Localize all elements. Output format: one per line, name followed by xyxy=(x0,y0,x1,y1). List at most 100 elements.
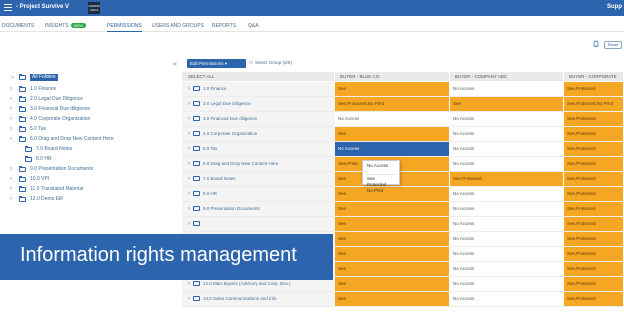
chevron-right-icon[interactable]: › xyxy=(188,206,190,212)
permission-cell[interactable]: No Access xyxy=(450,142,564,156)
select-all-header[interactable]: SELECT ALL xyxy=(182,72,335,81)
chevron-right-icon[interactable]: › xyxy=(188,221,190,227)
chevron-right-icon[interactable]: › xyxy=(188,176,190,182)
chevron-right-icon[interactable]: › xyxy=(10,186,12,193)
reset-button[interactable]: Reset xyxy=(604,41,622,49)
permission-cell[interactable]: See xyxy=(335,292,450,306)
chevron-down-icon[interactable]: ⌄ xyxy=(10,74,15,81)
permission-cell[interactable]: See,Protected xyxy=(564,127,624,141)
permission-cell[interactable]: See,Protected xyxy=(564,232,624,246)
menu-option-protected[interactable]: Protected xyxy=(367,182,386,187)
menu-option-no-print[interactable]: No Print xyxy=(367,188,383,193)
permission-cell[interactable]: No Access xyxy=(335,112,450,126)
permission-cell[interactable]: See,Protected xyxy=(564,277,624,291)
row-folder-name[interactable]: › 7.0 Board Notes xyxy=(182,172,335,186)
permission-cell[interactable]: See xyxy=(335,247,450,261)
permission-cell[interactable]: No Access xyxy=(450,82,564,96)
chevron-right-icon[interactable]: › xyxy=(10,106,12,113)
menu-option-see[interactable]: See xyxy=(367,176,375,181)
table-row[interactable]: › SeeNo AccessSee,Protected xyxy=(182,217,624,232)
permission-cell[interactable]: See,Protected xyxy=(564,217,624,231)
chevron-right-icon[interactable]: › xyxy=(10,196,12,203)
permission-cell[interactable]: See xyxy=(335,187,450,201)
table-row[interactable]: › 4.0 Corporate Organization See No Access S… xyxy=(182,127,624,142)
table-row[interactable]: › 14.0 Sales Communications and Info See No… xyxy=(182,292,624,307)
permission-cell[interactable]: No Access xyxy=(450,217,564,231)
hamburger-icon[interactable] xyxy=(4,4,12,11)
table-row[interactable]: › 8.0 HR See No Access See,Protected xyxy=(182,187,624,202)
chevron-right-icon[interactable]: › xyxy=(188,146,190,152)
permission-cell[interactable]: No Access xyxy=(450,157,564,171)
permission-cell[interactable]: No Access xyxy=(450,127,564,141)
menu-option-no-access[interactable]: No Access xyxy=(367,163,388,168)
permission-cell[interactable]: See xyxy=(335,82,450,96)
permission-cell[interactable]: No Access xyxy=(335,142,450,156)
permission-cell[interactable]: See,Protected,No Print xyxy=(335,97,450,111)
permission-cell[interactable]: See,Protected xyxy=(564,292,624,306)
permission-cell[interactable]: See xyxy=(335,262,450,276)
permission-cell[interactable]: See,Protected xyxy=(564,187,624,201)
permission-cell[interactable]: See xyxy=(335,217,450,231)
permission-cell[interactable]: See,Protected xyxy=(564,157,624,171)
permission-cell[interactable]: See,Protected xyxy=(450,172,564,186)
chevron-right-icon[interactable]: › xyxy=(10,116,12,123)
chevron-right-icon[interactable]: › xyxy=(188,281,190,287)
tab-documents[interactable]: DOCUMENTS xyxy=(2,23,34,29)
permission-cell[interactable]: See,Protected,No Print xyxy=(564,97,624,111)
column-header[interactable]: BUYER - BLUE CO. xyxy=(335,72,450,81)
permission-cell[interactable]: No Access xyxy=(450,247,564,261)
chevron-right-icon[interactable]: › xyxy=(188,116,190,122)
table-row[interactable]: › 6.0 Drag and Drop New Content Here See,P… xyxy=(182,157,624,172)
tab-users-and-groups[interactable]: USERS AND GROUPS xyxy=(152,23,204,29)
row-folder-name[interactable]: › 4.0 Corporate Organization xyxy=(182,127,335,141)
permission-cell[interactable]: See,Protected xyxy=(564,247,624,261)
tab-qa[interactable]: Q&A xyxy=(248,23,259,29)
row-folder-name[interactable]: › 3.0 Financial Due diligence xyxy=(182,112,335,126)
row-folder-name[interactable]: › 5.0 Tax xyxy=(182,142,335,156)
row-folder-name[interactable]: › 6.0 Drag and Drop New Content Here xyxy=(182,157,335,171)
row-folder-name[interactable]: › 9.0 Presentation Documents xyxy=(182,202,335,216)
row-folder-name[interactable]: › 1.0 Finance xyxy=(182,82,335,96)
permission-cell[interactable]: See,Protected xyxy=(564,112,624,126)
chevron-right-icon[interactable]: › xyxy=(188,296,190,302)
permission-cell[interactable]: See,Protected xyxy=(564,82,624,96)
permission-cell[interactable]: See,Protected xyxy=(564,142,624,156)
permission-cell[interactable]: See xyxy=(450,97,564,111)
column-header[interactable]: BUYER - COMPANY ABC xyxy=(450,72,564,81)
permission-cell[interactable]: No Access xyxy=(450,187,564,201)
chevron-right-icon[interactable]: › xyxy=(10,86,12,93)
table-row[interactable]: › 2.0 Legal Due Diligence See,Protected,No… xyxy=(182,97,624,112)
tab-insights[interactable]: INSIGHTS NEW xyxy=(45,23,86,29)
bell-icon[interactable] xyxy=(592,40,600,48)
select-group-button[interactable]: ⚇ Select Group (2/5) xyxy=(249,60,292,66)
permission-cell[interactable]: See,Protected xyxy=(564,202,624,216)
support-link[interactable]: Supp xyxy=(607,4,622,10)
permission-cell[interactable]: No Access xyxy=(450,277,564,291)
permission-cell[interactable]: See xyxy=(335,202,450,216)
permission-cell[interactable]: No Access xyxy=(450,112,564,126)
chevron-right-icon[interactable]: › xyxy=(10,126,12,133)
collapse-panel-icon[interactable]: « xyxy=(173,61,177,68)
table-row[interactable]: › 5.0 Tax No Access No Access See,Protected xyxy=(182,142,624,157)
chevron-right-icon[interactable]: › xyxy=(188,161,190,167)
table-row[interactable]: › 3.0 Financial Due diligence No Access No … xyxy=(182,112,624,127)
permission-cell[interactable]: See,Protected xyxy=(564,262,624,276)
chevron-right-icon[interactable]: › xyxy=(10,136,12,143)
permission-cell[interactable]: No Access xyxy=(450,232,564,246)
chevron-right-icon[interactable]: › xyxy=(188,101,190,107)
chevron-right-icon[interactable]: › xyxy=(188,191,190,197)
permission-cell[interactable]: See xyxy=(335,277,450,291)
tab-reports[interactable]: REPORTS xyxy=(212,23,236,29)
permission-cell[interactable]: See,Protected xyxy=(564,172,624,186)
chevron-right-icon[interactable]: › xyxy=(10,166,12,173)
row-folder-name[interactable]: › xyxy=(182,217,335,231)
table-row[interactable]: › 7.0 Board Notes See See,Protected See,Prot… xyxy=(182,172,624,187)
permission-cell[interactable]: See xyxy=(335,127,450,141)
row-folder-name[interactable]: › 14.0 Sales Communications and Info xyxy=(182,292,335,306)
table-row[interactable]: › 9.0 Presentation Documents See No Access S… xyxy=(182,202,624,217)
chevron-right-icon[interactable]: › xyxy=(10,176,12,183)
chevron-right-icon[interactable]: › xyxy=(10,96,12,103)
row-folder-name[interactable]: › 2.0 Legal Due Diligence xyxy=(182,97,335,111)
tab-permissions[interactable]: PERMISSIONS xyxy=(107,23,142,32)
chevron-right-icon[interactable]: › xyxy=(188,131,190,137)
